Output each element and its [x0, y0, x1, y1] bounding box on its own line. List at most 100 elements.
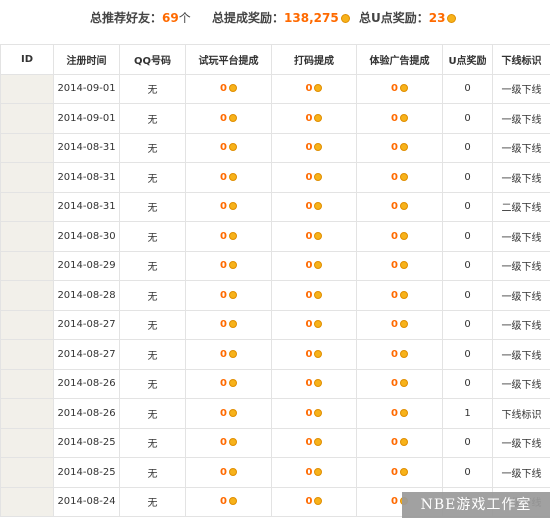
cell-code-value: 0: [305, 171, 313, 183]
cell-ad: 0: [356, 280, 443, 311]
cell-u-value: 0: [464, 319, 471, 331]
cell-level-value: 一级下线: [501, 468, 542, 480]
cell-level: 下线标识: [492, 398, 550, 429]
cell-level-value: 一级下线: [501, 144, 542, 156]
cell-u-value: 0: [464, 378, 471, 390]
cell-code: 0: [271, 132, 357, 163]
referral-table: ID 注册时间 QQ号码 试玩平台提成 打码提成 体验广告提成 U点奖励 下线标…: [0, 44, 550, 517]
cell-ad: 0: [356, 191, 443, 222]
cell-qq: 无: [119, 132, 186, 163]
cell-reg-time: 2014-08-26: [53, 368, 120, 399]
cell-trial: 0: [185, 73, 272, 104]
cell-code: 0: [271, 162, 357, 193]
cell-ad: 0: [356, 73, 443, 104]
cell-reg-time: 2014-08-28: [53, 280, 120, 311]
cell-level: 一级下线: [492, 309, 550, 340]
gold-coin-icon: [228, 231, 237, 240]
cell-id: [0, 250, 54, 281]
cell-trial-value: 0: [220, 437, 227, 449]
cell-ad-value: 0: [391, 437, 398, 449]
total-u-value: 23: [428, 11, 446, 25]
total-reward-value: 138,275: [284, 11, 339, 25]
cell-level: 一级下线: [492, 162, 550, 193]
cell-level: 一级下线: [492, 73, 550, 104]
cell-reg-time-value: 2014-08-24: [57, 496, 116, 508]
cell-code: 0: [271, 103, 357, 134]
cell-id: [0, 162, 54, 193]
cell-code-value: 0: [305, 112, 313, 124]
cell-code-value: 0: [305, 466, 313, 478]
cell-qq: 无: [119, 398, 186, 429]
total-reward-label: 总提成奖励：: [212, 11, 285, 25]
cell-u: 1: [442, 398, 493, 429]
cell-level-value: 一级下线: [501, 439, 542, 451]
cell-ad-value: 0: [391, 407, 398, 419]
gold-coin-icon: [228, 438, 237, 447]
cell-level-value: 一级下线: [501, 350, 542, 362]
cell-u-value: 0: [464, 260, 471, 272]
cell-id: [0, 73, 54, 104]
cell-code: 0: [271, 457, 357, 488]
cell-qq: 无: [119, 221, 186, 252]
cell-id: [0, 398, 54, 429]
studio-watermark: NBE游戏工作室: [402, 492, 550, 518]
gold-coin-icon: [314, 497, 323, 506]
gold-coin-icon: [228, 290, 237, 299]
cell-trial: 0: [185, 398, 272, 429]
cell-id: [0, 368, 54, 399]
cell-reg-time-value: 2014-09-01: [57, 112, 116, 124]
cell-code-value: 0: [305, 201, 313, 213]
cell-trial-value: 0: [220, 496, 227, 508]
cell-ad: 0: [356, 221, 443, 252]
cell-code: 0: [271, 486, 357, 517]
gold-coin-icon: [314, 320, 323, 329]
cell-reg-time-value: 2014-08-26: [57, 407, 116, 419]
cell-trial-value: 0: [220, 466, 227, 478]
cell-trial-value: 0: [220, 230, 227, 242]
cell-code-value: 0: [305, 407, 313, 419]
total-friends-label: 总推荐好友：: [90, 11, 163, 25]
gold-coin-icon: [228, 467, 237, 476]
cell-ad: 0: [356, 368, 443, 399]
gold-coin-icon: [399, 467, 408, 476]
cell-u-value: 0: [464, 112, 471, 124]
gold-coin-icon: [399, 408, 408, 417]
gold-coin-icon: [399, 320, 408, 329]
cell-u-value: 0: [464, 83, 471, 95]
cell-id: [0, 309, 54, 340]
cell-qq-value: 无: [147, 85, 158, 97]
gold-coin-icon: [228, 408, 237, 417]
cell-qq-value: 无: [147, 114, 158, 126]
cell-u-value: 0: [464, 201, 471, 213]
cell-reg-time-value: 2014-08-27: [57, 348, 116, 360]
cell-qq: 无: [119, 103, 186, 134]
cell-qq: 无: [119, 280, 186, 311]
cell-ad-value: 0: [391, 201, 398, 213]
total-friends: 总推荐好友：69个: [90, 9, 191, 26]
table-row: 2014-08-25 无 0 0 0 0 一级下线: [0, 427, 550, 458]
cell-reg-time-value: 2014-08-28: [57, 289, 116, 301]
cell-ad: 0: [356, 162, 443, 193]
cell-level-value: 一级下线: [501, 85, 542, 97]
cell-trial: 0: [185, 457, 272, 488]
table-row: 2014-09-01 无 0 0 0 0 一级下线: [0, 73, 550, 104]
cell-ad-value: 0: [391, 260, 398, 272]
cell-ad-value: 0: [391, 142, 398, 154]
cell-trial: 0: [185, 132, 272, 163]
gold-coin-icon: [399, 231, 408, 240]
cell-ad: 0: [356, 339, 443, 370]
cell-level: 一级下线: [492, 132, 550, 163]
cell-trial-value: 0: [220, 407, 227, 419]
gold-coin-icon: [314, 202, 323, 211]
gold-coin-icon: [228, 113, 237, 122]
cell-code: 0: [271, 427, 357, 458]
cell-level: 二级下线: [492, 191, 550, 222]
cell-trial: 0: [185, 486, 272, 517]
cell-code: 0: [271, 280, 357, 311]
cell-ad: 0: [356, 398, 443, 429]
cell-trial-value: 0: [220, 142, 227, 154]
cell-reg-time: 2014-09-01: [53, 103, 120, 134]
header-reg-time: 注册时间: [53, 44, 120, 75]
cell-u: 0: [442, 280, 493, 311]
cell-level-value: 一级下线: [501, 380, 542, 392]
